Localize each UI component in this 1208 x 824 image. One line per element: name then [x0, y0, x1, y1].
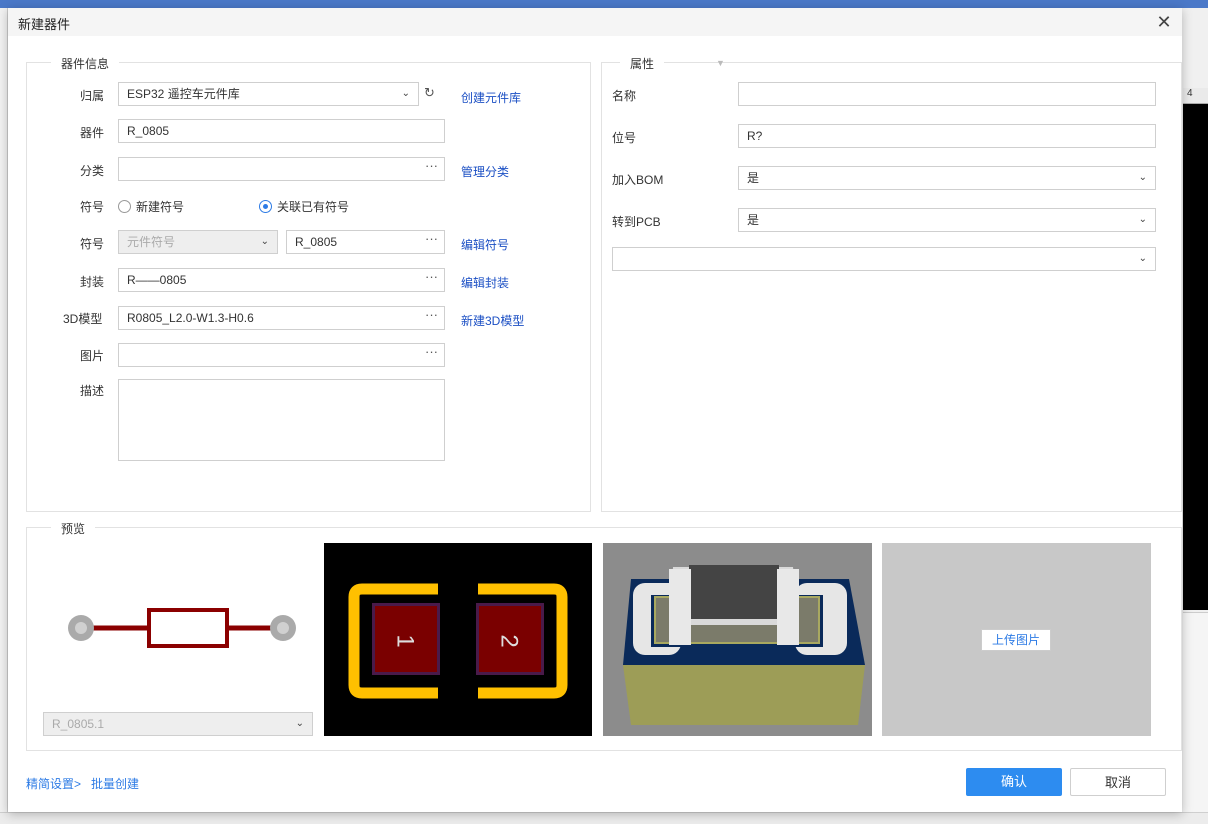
background-statusbar [0, 812, 1208, 824]
symbol-value: R_0805 [295, 235, 338, 249]
properties-legend: 属性 [620, 55, 665, 72]
description-textarea[interactable] [118, 379, 445, 461]
footprint-label: 封装 [80, 275, 105, 289]
designator-input[interactable]: R? [738, 124, 1156, 148]
model-cap-left [669, 569, 691, 645]
device-info-legend: 器件信息 [51, 55, 120, 72]
batch-create-link[interactable]: 批量创建 [91, 775, 139, 792]
more-icon[interactable]: ··· [425, 158, 438, 177]
image-label: 图片 [80, 349, 105, 363]
device-label: 器件 [80, 126, 105, 140]
to-pcb-value: 是 [747, 213, 760, 227]
add-property-select[interactable]: ⌄ [612, 247, 1156, 271]
symbol-preview-select-value: R_0805.1 [52, 717, 105, 731]
designator-value: R? [747, 129, 763, 143]
dialog-title: 新建器件 [18, 17, 71, 32]
chevron-down-icon: ⌄ [401, 88, 410, 99]
model3d-preview [603, 543, 872, 736]
symbol-label: 符号 [80, 237, 105, 251]
add-bom-value: 是 [747, 171, 760, 185]
chevron-down-icon: ⌄ [1138, 214, 1147, 225]
footprint-input[interactable]: R——0805 ··· [118, 268, 445, 292]
symbol-preview-select[interactable]: R_0805.1 ⌄ [43, 712, 313, 736]
manage-category-link[interactable]: 管理分类 [461, 163, 509, 180]
footprint-value: R——0805 [127, 273, 187, 287]
belong-select[interactable]: ESP32 遥控车元件库 ⌄ [118, 82, 419, 106]
more-icon[interactable]: ··· [425, 231, 438, 250]
image-input[interactable]: ··· [118, 343, 445, 367]
pad2-number: 2 [495, 634, 523, 648]
symbol-mode-label: 符号 [80, 200, 105, 214]
model3d-drawing [623, 565, 865, 725]
chevron-down-icon: ⌄ [1138, 253, 1147, 264]
to-pcb-label: 转到PCB [612, 215, 661, 229]
app-titlebar [0, 0, 1208, 8]
create-library-link[interactable]: 创建元件库 [461, 89, 521, 106]
footprint-drawing [348, 583, 568, 699]
edit-footprint-link[interactable]: 编辑封装 [461, 274, 509, 291]
model3d-value: R0805_L2.0-W1.3-H0.6 [127, 311, 254, 325]
upload-image-button[interactable]: 上传图片 [981, 629, 1051, 651]
symbol-type-select: 元件符号 ⌄ [118, 230, 278, 254]
preview-group: 预览 R_0805.1 ⌄ 1 2 上传图片 [26, 520, 1182, 751]
designator-label: 位号 [612, 131, 637, 145]
pad1-number: 1 [391, 634, 419, 648]
category-label: 分类 [80, 164, 105, 178]
background-left-panel [0, 8, 8, 824]
device-name-value: R_0805 [127, 124, 170, 138]
symbol-pin-right-inner [277, 622, 289, 634]
radio-existing-symbol[interactable] [259, 200, 272, 213]
name-label: 名称 [612, 89, 637, 103]
dialog-header: 新建器件 ✕ [8, 8, 1182, 36]
chevron-down-icon: ⌄ [295, 718, 304, 729]
more-icon[interactable]: ··· [425, 269, 438, 288]
description-label: 描述 [80, 384, 105, 398]
image-preview: 上传图片 [882, 543, 1151, 736]
new-symbol-option-label: 新建符号 [136, 200, 185, 214]
model-resistor-top [689, 565, 779, 619]
properties-group: 属性 ▼ 名称 位号 R? 加入BOM 是 ⌄ 转到PCB 是 ⌄ ⌄ [601, 55, 1182, 512]
more-icon[interactable]: ··· [425, 307, 438, 326]
preview-legend: 预览 [51, 520, 96, 537]
simple-settings-link[interactable]: 精简设置> [26, 775, 81, 792]
new-device-dialog: 新建器件 ✕ 器件信息 归属 ESP32 遥控车元件库 ⌄ ↻ 创建元件库 器件… [8, 8, 1182, 812]
edit-symbol-link[interactable]: 编辑符号 [461, 236, 509, 253]
symbol-input[interactable]: R_0805 ··· [286, 230, 445, 254]
new-3d-model-link[interactable]: 新建3D模型 [461, 312, 524, 329]
symbol-preview [68, 608, 296, 648]
collapse-icon[interactable]: ▼ [716, 58, 725, 68]
background-ruler: 4 [1183, 88, 1208, 104]
add-bom-label: 加入BOM [612, 173, 664, 187]
background-canvas [1183, 104, 1208, 610]
footprint-preview: 1 2 [324, 543, 592, 736]
radio-new-symbol[interactable] [118, 200, 131, 213]
add-bom-select[interactable]: 是 ⌄ [738, 166, 1156, 190]
background-layer-panel [1183, 612, 1208, 812]
model-cap-right [777, 569, 799, 645]
existing-symbol-option-label: 关联已有符号 [277, 200, 350, 214]
confirm-button[interactable]: 确认 [966, 768, 1062, 796]
more-icon[interactable]: ··· [425, 344, 438, 363]
symbol-pin-left-inner [75, 622, 87, 634]
device-info-group: 器件信息 归属 ESP32 遥控车元件库 ⌄ ↻ 创建元件库 器件 R_0805… [26, 55, 591, 512]
belong-value: ESP32 遥控车元件库 [127, 87, 240, 101]
cancel-button[interactable]: 取消 [1070, 768, 1166, 796]
device-name-input[interactable]: R_0805 [118, 119, 445, 143]
model3d-input[interactable]: R0805_L2.0-W1.3-H0.6 ··· [118, 306, 445, 330]
refresh-icon[interactable]: ↻ [424, 85, 435, 101]
symbol-resistor-body [147, 608, 229, 648]
name-input[interactable] [738, 82, 1156, 106]
chevron-down-icon: ⌄ [1138, 172, 1147, 183]
chevron-down-icon: ⌄ [260, 236, 269, 247]
to-pcb-select[interactable]: 是 ⌄ [738, 208, 1156, 232]
category-input[interactable]: ··· [118, 157, 445, 181]
model3d-label: 3D模型 [63, 312, 103, 326]
model-base-front [623, 665, 865, 725]
close-icon[interactable]: ✕ [1154, 12, 1174, 32]
symbol-type-placeholder: 元件符号 [127, 235, 176, 249]
belong-label: 归属 [80, 89, 105, 103]
